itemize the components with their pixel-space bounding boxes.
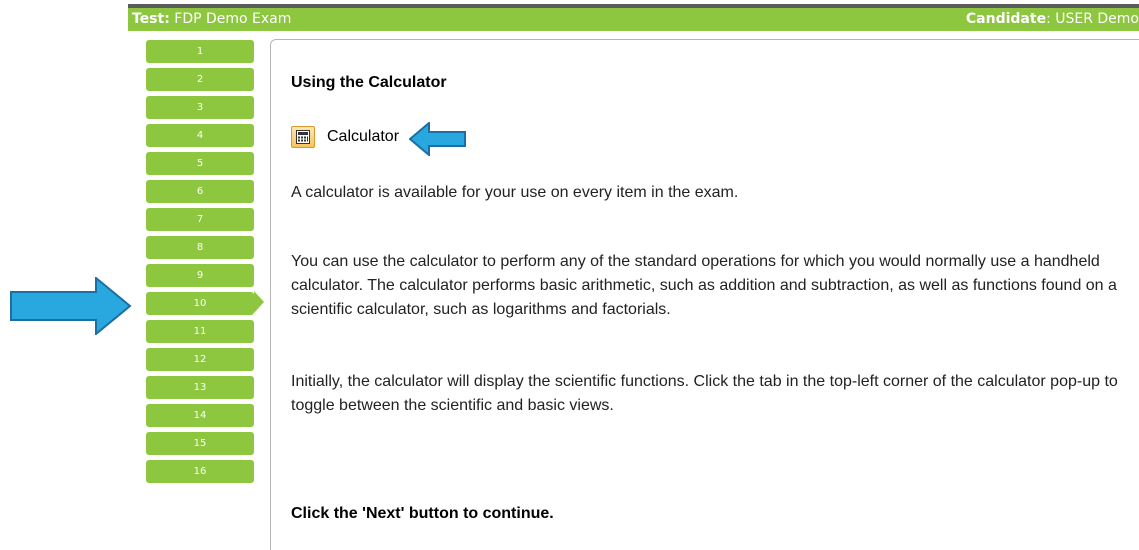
question-nav-item-10[interactable]: 10 [146,292,254,315]
next-instruction: Click the 'Next' button to continue. [291,505,554,522]
calculator-button[interactable] [291,126,315,148]
question-nav-item-14[interactable]: 14 [146,404,254,427]
paragraph-toggle-views: Initially, the calculator will display t… [291,373,1118,414]
candidate-name: : USER Demo [1046,11,1139,27]
arrow-right-icon [10,277,132,335]
question-nav-item-3[interactable]: 3 [146,96,254,119]
question-nav-item-2[interactable]: 2 [146,68,254,91]
exam-page: Test: FDP Demo Exam Candidate: USER Demo… [0,0,1139,550]
question-nav-item-6[interactable]: 6 [146,180,254,203]
paragraph-availability: A calculator is available for your use o… [291,184,739,201]
question-nav-item-13[interactable]: 13 [146,376,254,399]
question-nav-item-11[interactable]: 11 [146,320,254,343]
question-nav-item-9[interactable]: 9 [146,264,254,287]
question-nav-item-15[interactable]: 15 [146,432,254,455]
current-question-pointer [254,291,264,313]
page-title: Using the Calculator [291,74,447,91]
candidate-info: Candidate: USER Demo [966,8,1139,31]
candidate-label: Candidate [965,11,1047,27]
question-nav-item-1[interactable]: 1 [146,40,254,63]
test-name: FDP Demo Exam [169,11,292,27]
test-label: Test: [132,11,170,27]
question-nav-item-12[interactable]: 12 [146,348,254,371]
arrow-left-icon [409,122,466,156]
calculator-icon [296,130,310,144]
question-nav-item-16[interactable]: 16 [146,460,254,483]
question-nav-item-4[interactable]: 4 [146,124,254,147]
question-nav-item-5[interactable]: 5 [146,152,254,175]
paragraph-operations: You can use the calculator to perform an… [291,253,1117,318]
question-nav-item-7[interactable]: 7 [146,208,254,231]
question-nav-item-8[interactable]: 8 [146,236,254,259]
test-info: Test: FDP Demo Exam [132,8,291,31]
calculator-link[interactable]: Calculator [327,128,399,146]
exam-header: Test: FDP Demo Exam Candidate: USER Demo [128,8,1139,31]
